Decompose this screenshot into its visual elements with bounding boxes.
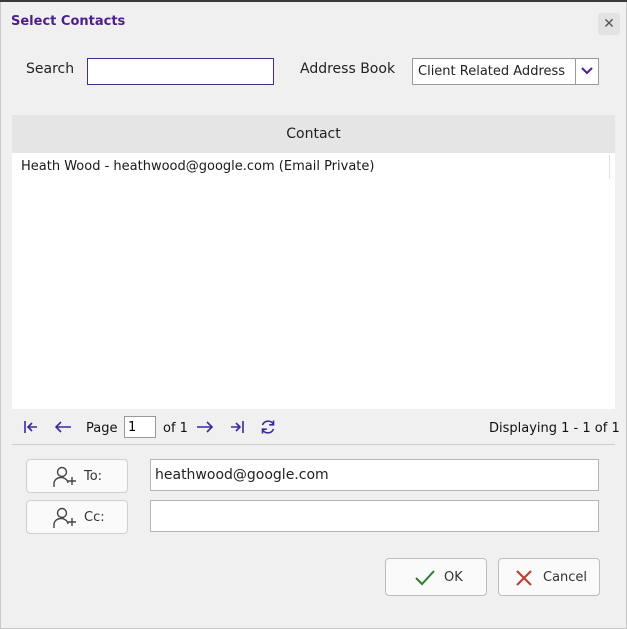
- prev-page-icon[interactable]: [53, 418, 73, 436]
- ok-button-label: OK: [444, 570, 463, 585]
- page-label: Page: [86, 421, 118, 436]
- contact-column-header[interactable]: Contact: [12, 115, 615, 153]
- to-button[interactable]: To:: [26, 459, 128, 493]
- last-page-icon[interactable]: [228, 418, 246, 436]
- close-button[interactable]: ✕: [598, 13, 620, 35]
- page-number-input[interactable]: [124, 416, 156, 438]
- refresh-icon[interactable]: [259, 418, 277, 436]
- dialog-titlebar: Select Contacts: [0, 2, 627, 42]
- add-person-icon: [53, 466, 76, 487]
- x-icon: [516, 570, 532, 586]
- address-book-value: Client Related Address: [418, 64, 566, 79]
- cc-button[interactable]: Cc:: [26, 500, 128, 534]
- cancel-button-label: Cancel: [543, 570, 588, 585]
- first-page-icon[interactable]: [22, 418, 40, 436]
- checkmark-icon: [415, 570, 435, 586]
- next-page-icon[interactable]: [195, 418, 215, 436]
- ok-button[interactable]: OK: [385, 558, 487, 596]
- address-book-label: Address Book: [300, 61, 396, 77]
- contacts-grid: Contact Heath Wood - heathwood@google.co…: [12, 115, 615, 409]
- to-field[interactable]: heathwood@google.com: [150, 459, 599, 491]
- close-icon: ✕: [603, 16, 615, 32]
- page-of-label: of 1: [163, 421, 188, 436]
- dialog-title: Select Contacts: [11, 14, 126, 29]
- contact-row[interactable]: Heath Wood - heathwood@google.com (Email…: [12, 155, 610, 179]
- chevron-down-icon: [581, 67, 593, 75]
- add-person-icon: [53, 507, 76, 528]
- cc-field[interactable]: [150, 500, 599, 532]
- address-book-dropdown-button[interactable]: [575, 59, 598, 84]
- pagination-bar: Page of 1 Displaying 1 - 1 of 1: [0, 412, 627, 444]
- displaying-count: Displaying 1 - 1 of 1: [489, 421, 620, 436]
- address-book-select[interactable]: Client Related Address: [412, 58, 599, 85]
- to-button-label: To:: [84, 469, 103, 484]
- cancel-button[interactable]: Cancel: [498, 558, 600, 596]
- cc-button-label: Cc:: [84, 510, 105, 525]
- divider: [12, 444, 615, 445]
- search-input[interactable]: [87, 58, 274, 85]
- search-label: Search: [26, 61, 75, 77]
